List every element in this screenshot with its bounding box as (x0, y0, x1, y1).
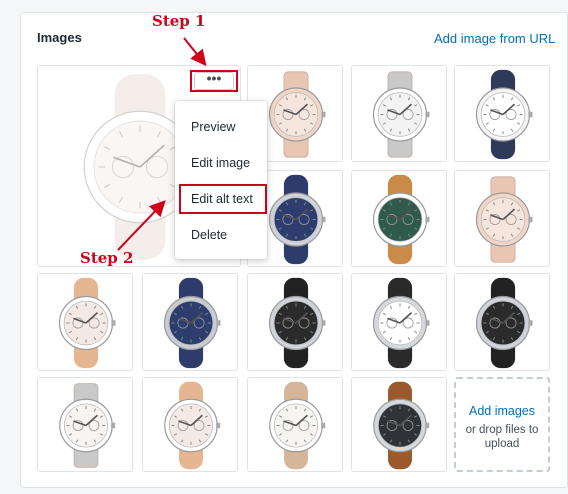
product-image-thumbnail[interactable] (351, 273, 447, 371)
product-image-thumbnail[interactable] (351, 170, 447, 267)
upload-dropzone[interactable]: Add images or drop files to upload (454, 377, 550, 472)
product-image-thumbnail[interactable] (142, 377, 238, 472)
product-image-thumbnail[interactable] (454, 273, 550, 371)
drop-files-hint: or drop files to upload (465, 424, 539, 450)
product-image-thumbnail[interactable] (142, 273, 238, 371)
product-image-thumbnail[interactable] (351, 65, 447, 162)
menu-item-edit-alt-text[interactable]: Edit alt text (175, 184, 267, 214)
step1-label: Step 1 (152, 12, 206, 30)
product-image-thumbnail[interactable] (247, 273, 343, 371)
add-images-link[interactable]: Add images (456, 404, 548, 418)
section-title: Images (37, 30, 82, 45)
product-image-thumbnail[interactable] (454, 170, 550, 267)
product-image-thumbnail[interactable] (37, 377, 133, 472)
image-actions-menu: Preview Edit image Edit alt text Delete (175, 101, 267, 259)
product-image-thumbnail[interactable] (454, 65, 550, 162)
more-horizontal-icon: ••• (206, 70, 222, 86)
product-image-thumbnail[interactable] (37, 273, 133, 371)
add-image-from-url-link[interactable]: Add image from URL (434, 31, 555, 46)
more-actions-button[interactable]: ••• (194, 70, 234, 90)
menu-item-preview[interactable]: Preview (175, 112, 267, 142)
product-image-thumbnail[interactable] (247, 377, 343, 472)
menu-item-delete[interactable]: Delete (175, 220, 267, 250)
step2-label: Step 2 (80, 249, 134, 267)
menu-item-edit-image[interactable]: Edit image (175, 148, 267, 178)
product-image-thumbnail[interactable] (351, 377, 447, 472)
